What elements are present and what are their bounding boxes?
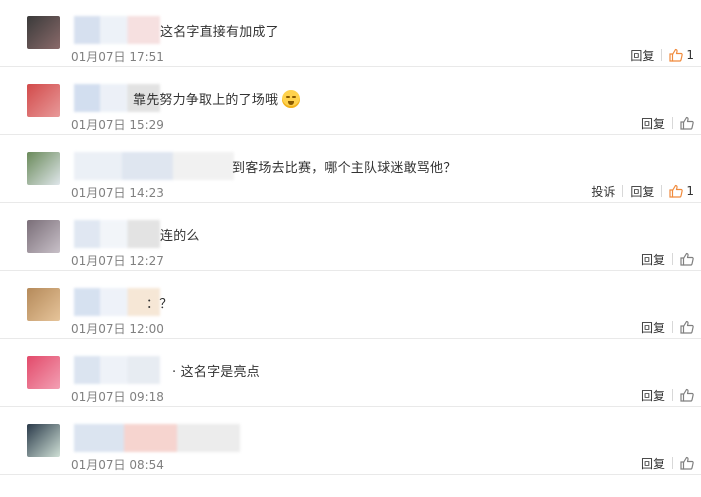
thumbs-up-icon: [680, 252, 694, 266]
like-button[interactable]: 1: [669, 184, 694, 198]
user-avatar[interactable]: [27, 84, 60, 117]
username-redacted: [74, 152, 234, 180]
comment-timestamp: 01月07日 12:27: [71, 254, 164, 268]
reply-button[interactable]: 回复: [641, 251, 665, 268]
comment-timestamp: 01月07日 08:54: [71, 458, 164, 472]
reply-button[interactable]: 回复: [630, 183, 654, 200]
username-redacted: [74, 16, 160, 44]
reply-button[interactable]: 回复: [641, 115, 665, 132]
thumbs-up-icon: [680, 320, 694, 334]
comment-timestamp: 01月07日 17:51: [71, 50, 164, 64]
comment-text-content: 靠先努力争取上的了场哦: [133, 93, 279, 108]
action-divider: [661, 185, 663, 197]
comment-item: 01月07日 08:54 回复: [0, 408, 701, 475]
like-button[interactable]: [680, 320, 694, 334]
username-redacted: [74, 424, 240, 452]
action-divider: [672, 253, 673, 265]
action-divider: [622, 185, 624, 197]
thumbs-up-icon: [669, 184, 684, 198]
comment-actions: 回复: [641, 114, 694, 132]
thumbs-up-icon: [680, 456, 694, 470]
action-divider: [672, 389, 673, 401]
comment-item: ：？ 01月07日 12:00 回复: [0, 272, 701, 339]
comment-timestamp: 01月07日 14:23: [71, 186, 164, 200]
shy-face-emoji: [282, 90, 301, 108]
reply-button[interactable]: 回复: [641, 319, 665, 336]
comment-actions: 回复 1: [630, 46, 694, 64]
user-avatar[interactable]: [27, 152, 60, 185]
thumbs-up-icon: [680, 116, 694, 130]
thumbs-up-icon: [669, 48, 684, 62]
action-divider: [672, 321, 673, 333]
comment-text-content: 这名字直接有加成了: [160, 25, 279, 40]
like-button[interactable]: 1: [669, 48, 694, 62]
user-avatar[interactable]: [27, 220, 60, 253]
comment-text: · 这名字是亮点: [172, 361, 260, 380]
comment-text: 连的么: [160, 225, 200, 244]
like-button[interactable]: [680, 388, 694, 402]
action-divider: [672, 457, 673, 469]
like-button[interactable]: [680, 252, 694, 266]
comment-text-content: · 这名字是亮点: [172, 365, 260, 380]
comment-text-content: 到客场去比赛，哪个主队球迷敢骂他？: [232, 161, 457, 176]
comment-timestamp: 01月07日 12:00: [71, 322, 164, 336]
comment-item: 靠先努力争取上的了场哦 01月07日 15:29 回复: [0, 68, 701, 135]
thumbs-up-icon: [680, 388, 694, 402]
username-redacted: [74, 220, 160, 248]
action-divider: [661, 49, 663, 61]
user-avatar[interactable]: [27, 16, 60, 49]
comment-item: 这名字直接有加成了 01月07日 17:51 回复 1: [0, 0, 701, 67]
comment-actions: 回复: [641, 454, 694, 472]
comment-text: ：？: [146, 293, 172, 312]
comment-text-content: 连的么: [160, 229, 200, 244]
user-avatar[interactable]: [27, 356, 60, 389]
comment-text: 靠先努力争取上的了场哦: [133, 89, 301, 108]
user-avatar[interactable]: [27, 288, 60, 321]
comment-timestamp: 01月07日 15:29: [71, 118, 164, 132]
user-avatar[interactable]: [27, 424, 60, 457]
comment-timestamp: 01月07日 09:18: [71, 390, 164, 404]
reply-button[interactable]: 回复: [630, 47, 654, 64]
like-count: 1: [686, 48, 694, 62]
comment-actions: 投诉 回复 1: [591, 182, 694, 200]
comment-item: 到客场去比赛，哪个主队球迷敢骂他？ 01月07日 14:23 投诉 回复 1: [0, 136, 701, 203]
username-redacted: [74, 356, 160, 384]
comment-actions: 回复: [641, 250, 694, 268]
like-button[interactable]: [680, 116, 694, 130]
comment-item: · 这名字是亮点 01月07日 09:18 回复: [0, 340, 701, 407]
report-button[interactable]: 投诉: [591, 183, 615, 200]
comment-text-content: ：？: [146, 297, 173, 312]
comment-item: 连的么 01月07日 12:27 回复: [0, 204, 701, 271]
like-count: 1: [686, 184, 694, 198]
reply-button[interactable]: 回复: [641, 455, 665, 472]
reply-button[interactable]: 回复: [641, 387, 665, 404]
comment-actions: 回复: [641, 386, 694, 404]
comment-text: 到客场去比赛，哪个主队球迷敢骂他？: [232, 157, 456, 176]
like-button[interactable]: [680, 456, 694, 470]
comment-actions: 回复: [641, 318, 694, 336]
comment-text: 这名字直接有加成了: [160, 21, 279, 40]
action-divider: [672, 117, 673, 129]
